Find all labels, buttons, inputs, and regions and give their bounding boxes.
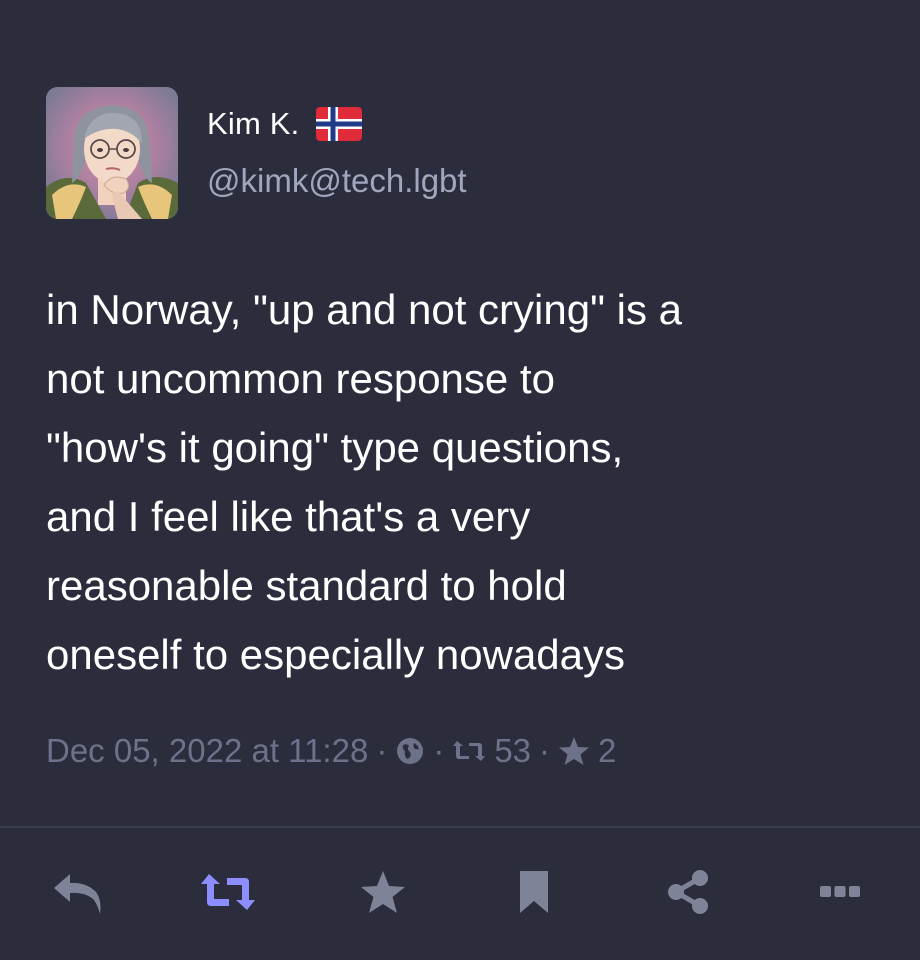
post-line: in Norway, "up and not crying" is a [46, 286, 683, 333]
action-bar [0, 848, 920, 938]
globe-icon [395, 736, 425, 766]
divider [0, 826, 920, 828]
boost-icon [199, 872, 257, 917]
bookmark-button[interactable] [506, 866, 562, 922]
post-content: in Norway, "up and not crying" is a not … [46, 275, 896, 689]
post-timestamp[interactable]: Dec 05, 2022 at 11:28 [46, 732, 368, 770]
favourite-button[interactable] [355, 866, 411, 922]
meta-separator: · [376, 732, 388, 769]
post-line: reasonable standard to hold [46, 562, 567, 609]
reply-icon [52, 870, 104, 919]
status-post: Kim K. @kimk@tech.lgbt in Norway, "up an… [0, 0, 920, 960]
bookmark-icon [516, 869, 552, 920]
account-handle[interactable]: @kimk@tech.lgbt [207, 162, 467, 200]
reply-button[interactable] [50, 866, 106, 922]
post-line: oneself to especially nowadays [46, 631, 626, 678]
post-meta: Dec 05, 2022 at 11:28 · · 53 · 2 [46, 728, 616, 774]
norway-flag-icon [315, 107, 362, 141]
favourite-count: 2 [598, 732, 617, 769]
boost-count-icon [452, 738, 486, 764]
boost-count: 53 [494, 732, 532, 769]
post-line: "how's it going" type questions, [46, 424, 624, 471]
avatar[interactable] [46, 87, 178, 219]
star-icon [359, 869, 407, 920]
more-icon [818, 882, 862, 907]
post-line: not uncommon response to [46, 355, 555, 402]
boost-button[interactable] [200, 866, 256, 922]
more-button[interactable] [812, 866, 868, 922]
share-icon [664, 868, 712, 921]
share-button[interactable] [660, 866, 716, 922]
star-count-icon [558, 735, 590, 767]
avatar-illustration [46, 87, 178, 219]
meta-separator: · [539, 732, 551, 769]
author-header: Kim K. [207, 104, 362, 144]
meta-separator: · [433, 732, 445, 769]
display-name[interactable]: Kim K. [207, 106, 300, 142]
post-line: and I feel like that's a very [46, 493, 531, 540]
